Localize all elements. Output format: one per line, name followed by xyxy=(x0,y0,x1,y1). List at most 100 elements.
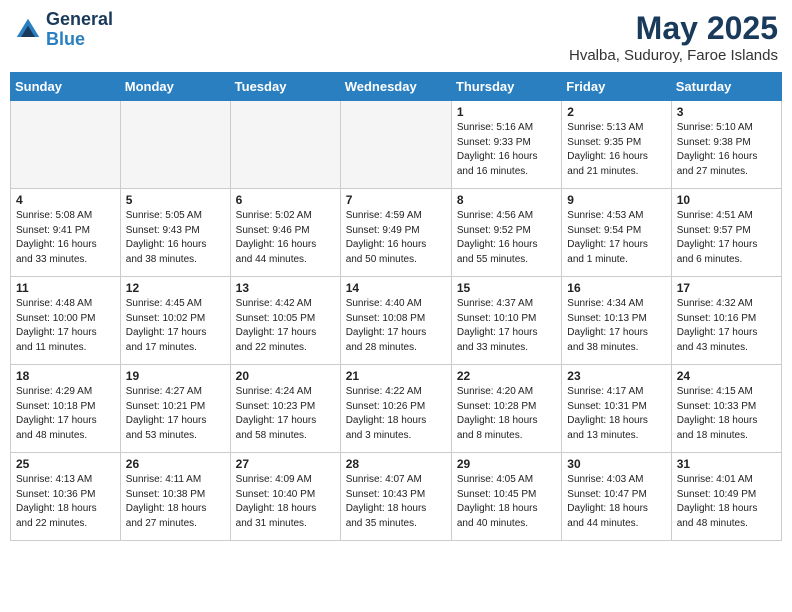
week-row-2: 4 Sunrise: 5:08 AM Sunset: 9:41 PM Daylig… xyxy=(11,189,782,277)
week-row-1: 1 Sunrise: 5:16 AM Sunset: 9:33 PM Daylig… xyxy=(11,101,782,189)
day-number: 18 xyxy=(16,369,115,383)
day-number: 5 xyxy=(126,193,225,207)
day-number: 24 xyxy=(677,369,776,383)
calendar-cell: 30 Sunrise: 4:03 AM Sunset: 10:47 PM Dayl… xyxy=(562,453,671,541)
weekday-header-sunday: Sunday xyxy=(11,73,121,101)
calendar-cell: 24 Sunrise: 4:15 AM Sunset: 10:33 PM Dayl… xyxy=(671,365,781,453)
weekday-header-thursday: Thursday xyxy=(451,73,561,101)
day-info: Sunrise: 4:45 AM Sunset: 10:02 PM Daylig… xyxy=(126,297,225,355)
day-number: 15 xyxy=(457,281,556,295)
logo-icon xyxy=(14,16,42,44)
calendar-cell: 17 Sunrise: 4:32 AM Sunset: 10:16 PM Dayl… xyxy=(671,277,781,365)
day-info: Sunrise: 4:20 AM Sunset: 10:28 PM Daylig… xyxy=(457,385,556,443)
calendar-cell xyxy=(230,101,340,189)
day-number: 7 xyxy=(346,193,446,207)
weekday-header-row: SundayMondayTuesdayWednesdayThursdayFrid… xyxy=(11,73,782,101)
month-title: May 2025 xyxy=(569,10,778,47)
calendar-cell: 22 Sunrise: 4:20 AM Sunset: 10:28 PM Dayl… xyxy=(451,365,561,453)
week-row-3: 11Sunrise: 4:48 AM Sunset: 10:00 PM Dayl… xyxy=(11,277,782,365)
calendar-cell: 1 Sunrise: 5:16 AM Sunset: 9:33 PM Daylig… xyxy=(451,101,561,189)
day-info: Sunrise: 4:51 AM Sunset: 9:57 PM Dayligh… xyxy=(677,209,776,267)
day-info: Sunrise: 4:59 AM Sunset: 9:49 PM Dayligh… xyxy=(346,209,446,267)
day-number: 1 xyxy=(457,105,556,119)
calendar-cell: 15 Sunrise: 4:37 AM Sunset: 10:10 PM Dayl… xyxy=(451,277,561,365)
calendar-cell: 28Sunrise: 4:07 AM Sunset: 10:43 PM Dayl… xyxy=(340,453,451,541)
day-number: 4 xyxy=(16,193,115,207)
calendar-cell xyxy=(120,101,230,189)
weekday-header-tuesday: Tuesday xyxy=(230,73,340,101)
day-info: Sunrise: 4:15 AM Sunset: 10:33 PM Daylig… xyxy=(677,385,776,443)
day-info: Sunrise: 5:02 AM Sunset: 9:46 PM Dayligh… xyxy=(236,209,335,267)
day-info: Sunrise: 4:37 AM Sunset: 10:10 PM Daylig… xyxy=(457,297,556,355)
day-info: Sunrise: 4:03 AM Sunset: 10:47 PM Daylig… xyxy=(567,473,665,531)
calendar-cell: 10Sunrise: 4:51 AM Sunset: 9:57 PM Dayli… xyxy=(671,189,781,277)
location-subtitle: Hvalba, Suduroy, Faroe Islands xyxy=(569,47,778,64)
day-info: Sunrise: 5:13 AM Sunset: 9:35 PM Dayligh… xyxy=(567,121,665,179)
calendar-table: SundayMondayTuesdayWednesdayThursdayFrid… xyxy=(10,72,782,541)
calendar-cell: 21 Sunrise: 4:22 AM Sunset: 10:26 PM Dayl… xyxy=(340,365,451,453)
calendar-cell: 5Sunrise: 5:05 AM Sunset: 9:43 PM Daylig… xyxy=(120,189,230,277)
calendar-cell: 14Sunrise: 4:40 AM Sunset: 10:08 PM Dayl… xyxy=(340,277,451,365)
calendar-cell: 26 Sunrise: 4:11 AM Sunset: 10:38 PM Dayl… xyxy=(120,453,230,541)
day-info: Sunrise: 4:53 AM Sunset: 9:54 PM Dayligh… xyxy=(567,209,665,267)
calendar-cell: 2 Sunrise: 5:13 AM Sunset: 9:35 PM Daylig… xyxy=(562,101,671,189)
day-number: 30 xyxy=(567,457,665,471)
day-info: Sunrise: 5:16 AM Sunset: 9:33 PM Dayligh… xyxy=(457,121,556,179)
calendar-cell: 13 Sunrise: 4:42 AM Sunset: 10:05 PM Dayl… xyxy=(230,277,340,365)
calendar-cell: 8Sunrise: 4:56 AM Sunset: 9:52 PM Daylig… xyxy=(451,189,561,277)
day-info: Sunrise: 4:07 AM Sunset: 10:43 PM Daylig… xyxy=(346,473,446,531)
day-info: Sunrise: 4:17 AM Sunset: 10:31 PM Daylig… xyxy=(567,385,665,443)
day-info: Sunrise: 4:48 AM Sunset: 10:00 PM Daylig… xyxy=(16,297,115,355)
calendar-cell: 20 Sunrise: 4:24 AM Sunset: 10:23 PM Dayl… xyxy=(230,365,340,453)
day-info: Sunrise: 4:40 AM Sunset: 10:08 PM Daylig… xyxy=(346,297,446,355)
day-number: 2 xyxy=(567,105,665,119)
day-number: 20 xyxy=(236,369,335,383)
day-info: Sunrise: 4:11 AM Sunset: 10:38 PM Daylig… xyxy=(126,473,225,531)
calendar-cell: 25Sunrise: 4:13 AM Sunset: 10:36 PM Dayl… xyxy=(11,453,121,541)
day-info: Sunrise: 5:10 AM Sunset: 9:38 PM Dayligh… xyxy=(677,121,776,179)
day-info: Sunrise: 4:42 AM Sunset: 10:05 PM Daylig… xyxy=(236,297,335,355)
calendar-cell: 18 Sunrise: 4:29 AM Sunset: 10:18 PM Dayl… xyxy=(11,365,121,453)
day-info: Sunrise: 4:29 AM Sunset: 10:18 PM Daylig… xyxy=(16,385,115,443)
day-info: Sunrise: 4:27 AM Sunset: 10:21 PM Daylig… xyxy=(126,385,225,443)
logo-text: General Blue xyxy=(46,10,113,50)
week-row-5: 25Sunrise: 4:13 AM Sunset: 10:36 PM Dayl… xyxy=(11,453,782,541)
day-number: 17 xyxy=(677,281,776,295)
day-info: Sunrise: 4:24 AM Sunset: 10:23 PM Daylig… xyxy=(236,385,335,443)
weekday-header-monday: Monday xyxy=(120,73,230,101)
week-row-4: 18 Sunrise: 4:29 AM Sunset: 10:18 PM Dayl… xyxy=(11,365,782,453)
day-number: 26 xyxy=(126,457,225,471)
day-info: Sunrise: 4:32 AM Sunset: 10:16 PM Daylig… xyxy=(677,297,776,355)
calendar-cell: 11Sunrise: 4:48 AM Sunset: 10:00 PM Dayl… xyxy=(11,277,121,365)
day-number: 21 xyxy=(346,369,446,383)
day-number: 22 xyxy=(457,369,556,383)
calendar-cell: 4 Sunrise: 5:08 AM Sunset: 9:41 PM Daylig… xyxy=(11,189,121,277)
day-number: 31 xyxy=(677,457,776,471)
day-info: Sunrise: 5:08 AM Sunset: 9:41 PM Dayligh… xyxy=(16,209,115,267)
weekday-header-wednesday: Wednesday xyxy=(340,73,451,101)
day-info: Sunrise: 4:22 AM Sunset: 10:26 PM Daylig… xyxy=(346,385,446,443)
title-block: May 2025 Hvalba, Suduroy, Faroe Islands xyxy=(569,10,778,64)
calendar-cell: 29Sunrise: 4:05 AM Sunset: 10:45 PM Dayl… xyxy=(451,453,561,541)
calendar-cell: 19Sunrise: 4:27 AM Sunset: 10:21 PM Dayl… xyxy=(120,365,230,453)
calendar-cell: 12Sunrise: 4:45 AM Sunset: 10:02 PM Dayl… xyxy=(120,277,230,365)
day-info: Sunrise: 4:05 AM Sunset: 10:45 PM Daylig… xyxy=(457,473,556,531)
calendar-cell: 9 Sunrise: 4:53 AM Sunset: 9:54 PM Daylig… xyxy=(562,189,671,277)
calendar-cell: 3 Sunrise: 5:10 AM Sunset: 9:38 PM Daylig… xyxy=(671,101,781,189)
day-info: Sunrise: 4:01 AM Sunset: 10:49 PM Daylig… xyxy=(677,473,776,531)
logo-blue-label: Blue xyxy=(46,30,113,50)
day-number: 3 xyxy=(677,105,776,119)
day-number: 13 xyxy=(236,281,335,295)
day-number: 27 xyxy=(236,457,335,471)
day-number: 16 xyxy=(567,281,665,295)
day-number: 25 xyxy=(16,457,115,471)
day-info: Sunrise: 4:56 AM Sunset: 9:52 PM Dayligh… xyxy=(457,209,556,267)
calendar-cell: 6Sunrise: 5:02 AM Sunset: 9:46 PM Daylig… xyxy=(230,189,340,277)
calendar-cell: 23Sunrise: 4:17 AM Sunset: 10:31 PM Dayl… xyxy=(562,365,671,453)
day-number: 9 xyxy=(567,193,665,207)
calendar-cell: 31 Sunrise: 4:01 AM Sunset: 10:49 PM Dayl… xyxy=(671,453,781,541)
logo: General Blue xyxy=(14,10,113,50)
weekday-header-friday: Friday xyxy=(562,73,671,101)
logo-general-label: General xyxy=(46,10,113,30)
weekday-header-saturday: Saturday xyxy=(671,73,781,101)
